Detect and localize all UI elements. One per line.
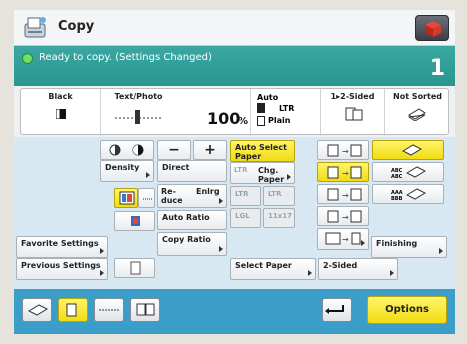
options-button[interactable]: Options [367, 296, 447, 324]
duplex-book-button[interactable]: → [317, 228, 369, 250]
return-arrow-icon [325, 305, 344, 314]
one-to-one-sided-icon: → [327, 144, 362, 157]
stack-sort-icon [27, 304, 49, 316]
zoom-value: 100 [207, 109, 241, 128]
text-photo-mode-button[interactable] [114, 188, 138, 208]
paper-drawer-4[interactable]: 11x17 [263, 208, 295, 228]
select-paper-button[interactable]: Select Paper [230, 258, 316, 280]
density-slider-icon [115, 110, 161, 124]
auto-ratio-button[interactable]: Auto Ratio [157, 210, 227, 230]
duplex-2-2-button[interactable]: → [317, 184, 369, 204]
paper-type-icon [257, 116, 265, 126]
svg-text:→: → [342, 191, 349, 200]
paper-size-icon [257, 103, 265, 113]
change-paper-button[interactable]: LTR Chg. Paper [230, 162, 295, 184]
document-icon [130, 261, 141, 275]
density-button[interactable]: Density [100, 160, 154, 182]
one-to-two-sided-icon: → [327, 166, 362, 179]
app-title: Copy [58, 19, 95, 34]
photo-mode-button[interactable] [114, 211, 155, 231]
duplex-1-1-button[interactable]: → [317, 140, 369, 160]
quick-setting-4-button[interactable] [130, 298, 160, 322]
text-photo-icon [119, 191, 135, 205]
summary-paper[interactable]: Auto LTR Plain [251, 89, 321, 136]
svg-text:BBB: BBB [391, 196, 403, 201]
two-page-icon [136, 303, 155, 316]
zoom-unit: % [238, 116, 249, 127]
sort-collate-button[interactable]: ABC ABC [372, 162, 444, 182]
not-sorted-icon [407, 108, 426, 121]
box-icon [425, 21, 441, 37]
quick-setting-1-button[interactable] [22, 298, 52, 322]
settings-summary: Black Text/Photo 100 % Auto LTR Plain 1▸… [20, 88, 450, 136]
zoom-minus-button[interactable]: − [157, 140, 191, 160]
summary-color[interactable]: Black [21, 89, 101, 136]
contrast-icon [109, 144, 144, 156]
svg-text:→: → [342, 147, 349, 156]
copy-icon [24, 17, 46, 38]
duplex-2-1-button[interactable]: → [317, 206, 369, 226]
sharpness-icon [143, 198, 153, 200]
density-light-dark-control[interactable] [100, 140, 154, 160]
copy-count[interactable]: 1 [430, 56, 445, 81]
summary-sort[interactable]: Not Sorted [385, 89, 450, 136]
sort-group-button[interactable]: AAA BBB [372, 184, 444, 204]
auto-select-paper-button[interactable]: Auto Select Paper [230, 140, 295, 162]
favorite-settings-button[interactable]: Favorite Settings [16, 236, 108, 258]
density-small-icon [99, 309, 119, 311]
svg-text:ABC: ABC [391, 174, 403, 179]
quick-setting-2-button[interactable] [58, 298, 88, 322]
svg-text:→: → [342, 213, 349, 222]
zoom-plus-button[interactable]: + [193, 140, 227, 160]
copy-ratio-button[interactable]: Copy Ratio [157, 232, 227, 256]
paper-drawer-3[interactable]: LGL [230, 208, 261, 228]
previous-settings-button[interactable]: Previous Settings [16, 258, 108, 280]
return-button[interactable] [322, 298, 352, 322]
duplex-1-2-button[interactable]: → [317, 162, 369, 182]
two-to-two-sided-icon: → [327, 188, 362, 201]
summary-sided[interactable]: 1▸2-Sided [321, 89, 385, 136]
reduce-enlarge-button[interactable]: Re-duce Enlrg [157, 184, 227, 208]
offset-sort-icon [401, 144, 423, 156]
device-frame: Copy Ready to copy. (Settings Changed) 1… [0, 0, 467, 344]
quick-setting-3-button[interactable] [94, 298, 124, 322]
finishing-button[interactable]: Finishing [371, 236, 447, 258]
status-message: Ready to copy. (Settings Changed) [39, 52, 212, 63]
one-to-two-sided-small-icon [66, 303, 77, 317]
status-bar: Ready to copy. (Settings Changed) 1 [14, 46, 455, 86]
sort-offset-button[interactable] [372, 140, 444, 160]
main-settings-area: Density − + Direct Auto Select Paper LTR… [14, 137, 455, 289]
two-sided-icon [345, 107, 363, 121]
summary-text-photo[interactable]: Text/Photo 100 % [101, 89, 251, 136]
black-color-icon [56, 109, 66, 119]
direct-button[interactable]: Direct [157, 160, 227, 182]
interrupt-button[interactable] [114, 258, 155, 278]
paper-drawer-2[interactable]: LTR [263, 186, 295, 206]
book-to-two-sided-icon: → [325, 232, 361, 245]
ready-status-icon [22, 53, 33, 64]
two-to-one-sided-icon: → [327, 210, 362, 223]
svg-text:→: → [342, 169, 349, 178]
svg-text:→: → [342, 235, 349, 244]
two-sided-button[interactable]: 2-Sided [318, 258, 398, 280]
home-button[interactable] [415, 15, 449, 41]
paper-drawer-1[interactable]: LTR [230, 186, 261, 206]
bottom-bar: Options [14, 289, 455, 334]
group-icon: AAABBB [391, 188, 427, 202]
title-bar: Copy [14, 10, 455, 46]
sharpness-button[interactable] [138, 188, 155, 208]
photo-icon [131, 216, 140, 226]
collate-icon: ABCABC [391, 166, 427, 180]
touch-screen: Copy Ready to copy. (Settings Changed) 1… [14, 10, 455, 334]
